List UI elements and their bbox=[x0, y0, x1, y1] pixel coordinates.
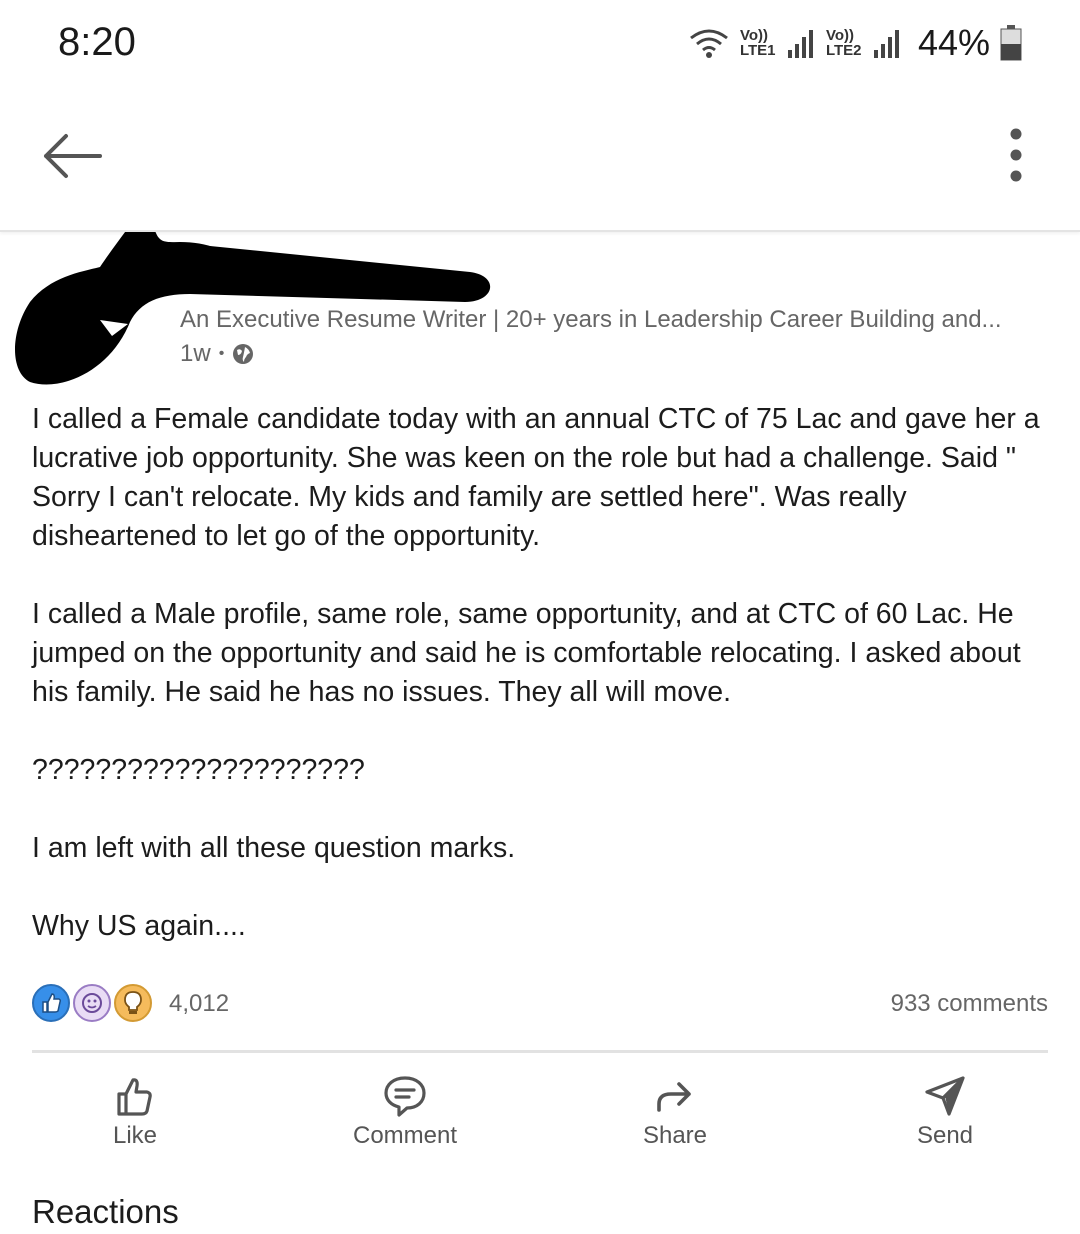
like-label: Like bbox=[112, 1122, 158, 1149]
signal-icon bbox=[787, 30, 813, 58]
signal-icon bbox=[873, 30, 899, 58]
status-bar: 8:20 Vo)) LTE1 Vo)) LTE2 44% bbox=[0, 0, 1080, 88]
share-button[interactable]: Share bbox=[585, 1070, 765, 1150]
like-reaction-icon bbox=[32, 984, 70, 1022]
system-icons: Vo)) LTE1 Vo)) LTE2 44% bbox=[688, 22, 1022, 64]
globe-icon bbox=[233, 344, 254, 364]
meta-separator-dot: • bbox=[218, 345, 225, 362]
post-header: An Executive Resume Writer | 20+ years i… bbox=[0, 232, 1080, 392]
sim1-label: Vo)) LTE1 bbox=[739, 27, 776, 59]
sim1-signal: Vo)) LTE1 bbox=[740, 28, 816, 58]
insightful-reaction-icon bbox=[114, 984, 152, 1022]
post-paragraph: Why US again.... bbox=[32, 910, 246, 942]
support-reaction-icon bbox=[73, 984, 111, 1022]
comment-button[interactable]: Comment bbox=[315, 1070, 495, 1150]
thumbs-up-icon bbox=[117, 1078, 152, 1116]
back-arrow-icon bbox=[44, 134, 102, 178]
author-headline: An Executive Resume Writer | 20+ years i… bbox=[180, 306, 1002, 333]
send-button[interactable]: Send bbox=[855, 1070, 1035, 1150]
like-button[interactable]: Like bbox=[45, 1070, 225, 1150]
post-age: 1w bbox=[180, 340, 211, 367]
battery-percent: 44% bbox=[917, 22, 990, 63]
back-button[interactable] bbox=[40, 128, 104, 189]
comment-bubble-icon bbox=[384, 1076, 426, 1117]
social-counts: 4,012 933 comments bbox=[32, 982, 1048, 1028]
more-options-button[interactable] bbox=[1010, 128, 1022, 189]
send-paper-plane-icon bbox=[925, 1076, 965, 1116]
share-arrow-icon bbox=[657, 1082, 691, 1112]
sim2-label: Vo)) LTE2 bbox=[825, 27, 862, 59]
sim2-signal: Vo)) LTE2 bbox=[826, 28, 902, 58]
status-time: 8:20 bbox=[58, 20, 136, 64]
reaction-count[interactable]: 4,012 bbox=[169, 990, 229, 1018]
send-label: Send bbox=[916, 1122, 974, 1149]
more-vertical-icon bbox=[1010, 128, 1022, 182]
post-paragraph: I called a Female candidate today with a… bbox=[32, 403, 1040, 552]
post-paragraph: I am left with all these question marks. bbox=[32, 832, 516, 864]
post-body: I called a Female candidate today with a… bbox=[32, 400, 1052, 985]
divider bbox=[32, 1050, 1048, 1053]
comments-count-link[interactable]: 933 comments bbox=[891, 990, 1048, 1018]
comment-label: Comment bbox=[352, 1122, 458, 1149]
battery-icon bbox=[1000, 25, 1022, 61]
post-paragraph: ????????????????????? bbox=[32, 754, 365, 786]
share-label: Share bbox=[642, 1122, 708, 1149]
post-paragraph: I called a Male profile, same role, same… bbox=[32, 598, 1021, 708]
top-app-bar bbox=[0, 88, 1080, 232]
reaction-icons[interactable] bbox=[32, 984, 155, 1022]
post-action-bar: Like Comment Share Send bbox=[0, 1070, 1080, 1170]
wifi-icon bbox=[690, 29, 728, 58]
post-meta: 1w • bbox=[180, 340, 254, 368]
reactions-section-title: Reactions bbox=[32, 1193, 179, 1230]
